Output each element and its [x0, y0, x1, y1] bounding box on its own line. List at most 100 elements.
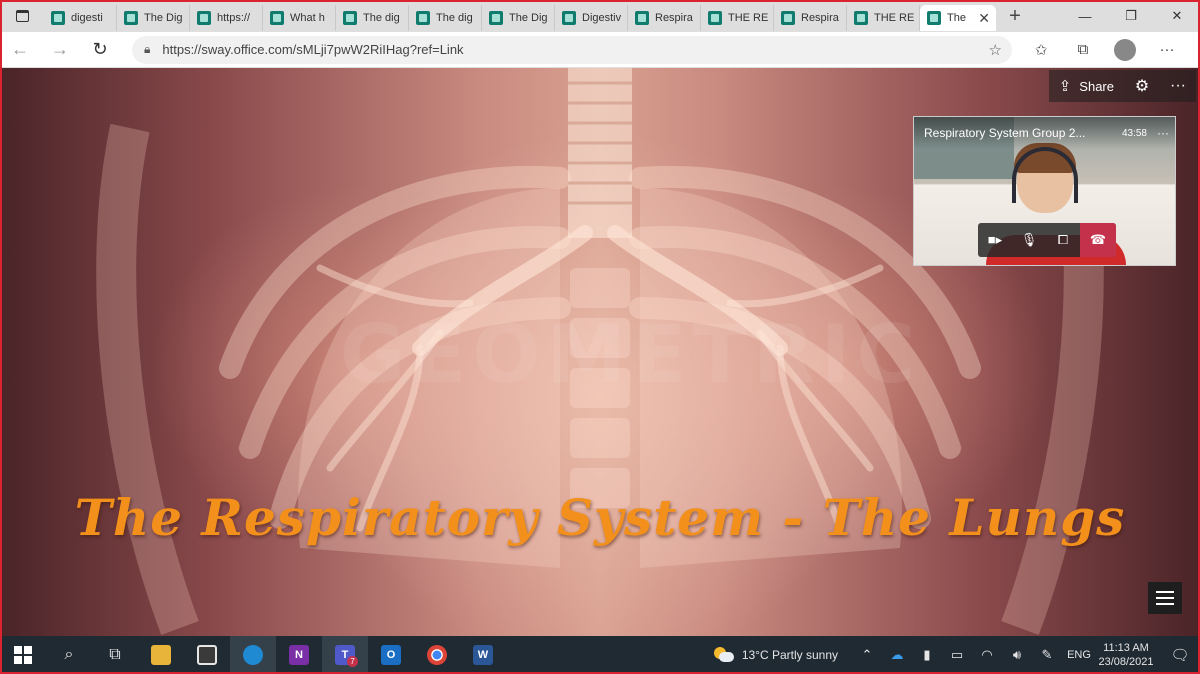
file-explorer-icon[interactable]	[138, 636, 184, 674]
sway-favicon-icon	[51, 11, 65, 25]
camera-icon[interactable]: ■▸	[978, 223, 1012, 257]
pen-icon[interactable]: ✎	[1032, 647, 1062, 663]
sway-favicon-icon	[124, 11, 138, 25]
address-bar[interactable]: 🔒︎ https://sway.office.com/sMLji7pwW2RiI…	[132, 35, 1012, 64]
tab-actions-button[interactable]	[0, 0, 44, 32]
clock-date: 23/08/2021	[1098, 656, 1154, 668]
profile-button[interactable]	[1104, 32, 1146, 68]
browser-tab[interactable]: THE RE	[701, 5, 774, 31]
call-header: Respiratory System Group 2... 43:58 ···	[914, 117, 1175, 149]
browser-tab[interactable]: What h	[263, 5, 336, 31]
sway-favicon-icon	[489, 11, 503, 25]
avatar-icon	[1114, 38, 1136, 61]
hang-up-icon[interactable]: ☎	[1080, 223, 1116, 257]
task-view-icon[interactable]: ⧉	[92, 636, 138, 674]
call-title: Respiratory System Group 2...	[924, 126, 1086, 140]
close-tab-icon[interactable]: ✕	[978, 10, 990, 27]
browser-tab-active[interactable]: The ✕	[920, 5, 996, 31]
list-icon	[1156, 591, 1174, 593]
sway-slide: GEOMETRIC The Respiratory System - The L…	[0, 68, 1200, 636]
teams-call-window[interactable]: Respiratory System Group 2... 43:58 ··· …	[913, 116, 1176, 266]
clock-time: 11:13 AM	[1103, 642, 1149, 654]
sway-favicon-icon	[781, 11, 795, 25]
restore-icon[interactable]: ❐	[1108, 0, 1154, 32]
tab-list: digesti The Dig https:// What h The dig …	[44, 1, 996, 31]
microphone-icon[interactable]: 🎙︎	[1012, 223, 1046, 257]
sway-favicon-icon	[416, 11, 430, 25]
call-more-icon[interactable]: ···	[1157, 126, 1169, 140]
slide-title: The Respiratory System - The Lungs	[74, 488, 1126, 547]
partly-sunny-icon	[713, 647, 734, 663]
outlook-icon[interactable]: O	[368, 636, 414, 674]
url-text: https://sway.office.com/sMLji7pwW2RiIHag…	[162, 42, 464, 57]
back-icon[interactable]: ←	[0, 32, 40, 68]
onenote-icon[interactable]: N	[276, 636, 322, 674]
search-icon[interactable]: ⌕	[46, 636, 92, 674]
navigation-pane-button[interactable]	[1148, 582, 1182, 614]
browser-tab[interactable]: digesti	[44, 5, 117, 31]
forward-icon[interactable]: →	[40, 32, 80, 68]
share-label: Share	[1079, 78, 1114, 94]
share-button[interactable]: ⇪ Share	[1049, 70, 1124, 102]
browser-tab[interactable]: The dig	[336, 5, 409, 31]
volume-icon[interactable]: 🔊︎	[1002, 647, 1032, 663]
word-icon[interactable]: W	[460, 636, 506, 674]
add-favorite-icon[interactable]: ☆	[989, 41, 1002, 59]
windows-taskbar: ⌕ ⧉ N T7 O W 13°C Partly sunny ⌃ ☁ ▮ ▭ ◠…	[0, 636, 1200, 674]
share-icon: ⇪	[1058, 78, 1072, 95]
start-button[interactable]	[0, 636, 46, 674]
chrome-icon[interactable]	[414, 636, 460, 674]
sway-favicon-icon	[197, 11, 211, 25]
tab-actions-icon	[15, 10, 29, 22]
edge-browser-icon[interactable]	[230, 636, 276, 674]
chevron-up-icon[interactable]: ⌃	[852, 647, 882, 663]
windows-logo-icon	[14, 646, 32, 664]
browser-tab[interactable]: Respira	[774, 5, 847, 31]
browser-tab[interactable]: Digestiv	[555, 5, 628, 31]
browser-tab[interactable]: https://	[190, 5, 263, 31]
weather-widget[interactable]: 13°C Partly sunny	[713, 647, 838, 663]
browser-tab[interactable]: The dig	[409, 5, 482, 31]
sway-favicon-icon	[635, 11, 649, 25]
language-indicator[interactable]: ENG	[1062, 649, 1096, 661]
store-icon[interactable]	[184, 636, 230, 674]
window-controls: — ❐ ✕	[1062, 0, 1200, 32]
clock[interactable]: 11:13 AM 23/08/2021	[1096, 641, 1156, 669]
more-options-icon[interactable]: ···	[1160, 70, 1196, 102]
settings-more-icon[interactable]: ···	[1146, 32, 1188, 68]
browser-toolbar: ← → ↻ 🔒︎ https://sway.office.com/sMLji7p…	[0, 32, 1200, 68]
toolbar-icons: ✩ ⧉ ···	[1020, 32, 1188, 68]
close-window-icon[interactable]: ✕	[1154, 0, 1200, 32]
gear-icon[interactable]: ⚙	[1124, 70, 1160, 102]
call-controls: ■▸ 🎙︎ ⧠ ☎	[978, 223, 1116, 257]
call-duration: 43:58	[1121, 127, 1147, 139]
sway-favicon-icon	[270, 11, 284, 25]
teams-notification-badge: 7	[347, 656, 358, 667]
sway-top-toolbar: ⇪ Share ⚙ ···	[1048, 70, 1196, 102]
refresh-icon[interactable]: ↻	[80, 32, 120, 68]
browser-tab[interactable]: Respira	[628, 5, 701, 31]
browser-tab[interactable]: The Dig	[117, 5, 190, 31]
teams-icon[interactable]: T7	[322, 636, 368, 674]
battery-icon[interactable]: ▭	[942, 647, 972, 663]
wifi-icon[interactable]: ◠	[972, 647, 1002, 663]
share-screen-icon[interactable]: ⧠	[1046, 223, 1080, 257]
browser-tab-strip: digesti The Dig https:// What h The dig …	[0, 0, 1200, 32]
onedrive-icon[interactable]: ☁	[882, 647, 912, 663]
sway-favicon-icon	[854, 11, 868, 25]
watermark-text: GEOMETRIC	[340, 308, 922, 401]
system-tray: 13°C Partly sunny ⌃ ☁ ▮ ▭ ◠ 🔊︎ ✎ ENG 11:…	[713, 636, 1200, 674]
weather-text: Partly sunny	[771, 648, 838, 662]
minimize-icon[interactable]: —	[1062, 0, 1108, 32]
new-tab-button[interactable]: +	[1000, 5, 1030, 28]
browser-tab[interactable]: The Dig	[482, 5, 555, 31]
favorites-icon[interactable]: ✩	[1020, 32, 1062, 68]
sway-favicon-icon	[708, 11, 722, 25]
collections-icon[interactable]: ⧉	[1062, 32, 1104, 68]
weather-temp: 13°C	[741, 648, 769, 662]
notifications-icon[interactable]: 🗨︎	[1160, 646, 1200, 664]
sway-favicon-icon	[562, 11, 576, 25]
browser-tab[interactable]: THE RE	[847, 5, 920, 31]
lock-icon[interactable]: 🔒︎	[144, 42, 150, 57]
usb-icon[interactable]: ▮	[912, 647, 942, 663]
